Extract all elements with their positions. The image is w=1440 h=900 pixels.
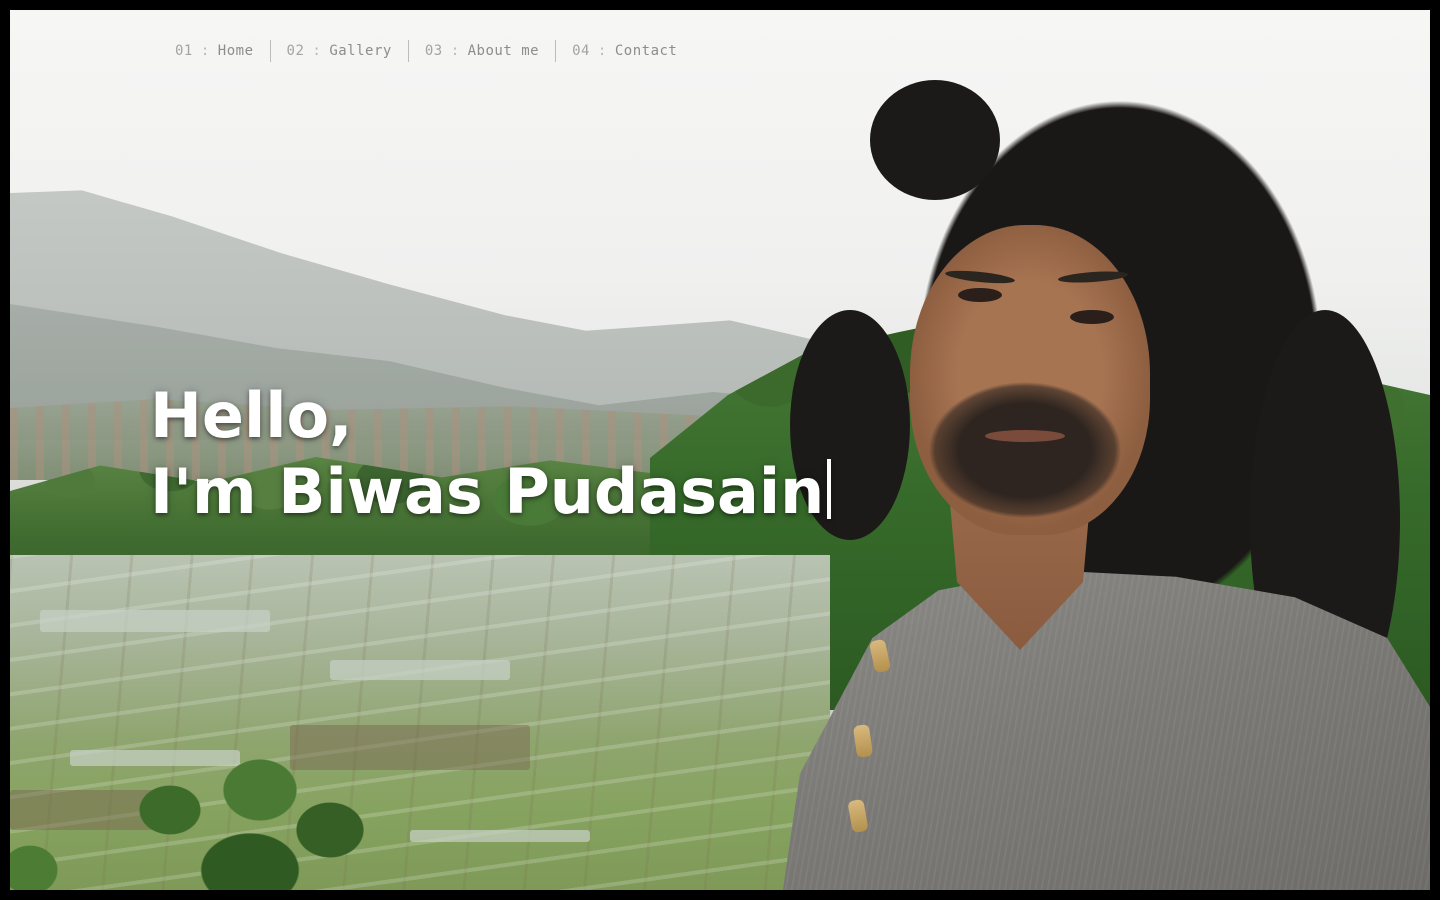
mouth (985, 430, 1065, 442)
nav-item-label: About me (467, 43, 540, 59)
nav-item-number: 03 (424, 43, 443, 59)
hero-intro: I'm Biwas Pudasain (150, 455, 825, 528)
nav-item-label: Gallery (329, 43, 392, 59)
nav-item-number: 01 (175, 43, 193, 59)
nav-item-gallery[interactable]: 02 : Gallery (269, 40, 408, 62)
nav-item-separator: : (597, 43, 607, 59)
nav-item-home[interactable]: 01 : Home (165, 40, 270, 62)
field-patch (410, 830, 590, 842)
nav-item-number: 02 (286, 43, 305, 59)
nav-item-separator: : (200, 43, 210, 59)
foreground-bush (10, 830, 80, 890)
eye (958, 288, 1002, 302)
hero-greeting: Hello, (150, 379, 353, 452)
nav-item-label: Home (217, 43, 254, 59)
hero-intro-line: I'm Biwas Pudasain (150, 454, 832, 530)
nav-item-number: 04 (572, 43, 590, 59)
nav-item-contact[interactable]: 04 : Contact (555, 40, 693, 62)
field-patch (40, 610, 270, 632)
nav-item-about[interactable]: 03 : About me (407, 40, 555, 62)
typing-cursor (827, 459, 832, 519)
main-nav: 01 : Home 02 : Gallery 03 : About me 04 … (165, 40, 693, 62)
nav-item-label: Contact (614, 43, 678, 59)
nav-item-separator: : (312, 43, 322, 59)
field-patch (330, 660, 510, 680)
hero-frame: 01 : Home 02 : Gallery 03 : About me 04 … (10, 10, 1430, 890)
hair (870, 80, 1000, 200)
beard (905, 380, 1145, 550)
hero-heading: Hello, I'm Biwas Pudasain (150, 378, 832, 530)
nav-item-separator: : (450, 43, 460, 59)
eye (1070, 310, 1114, 324)
foreground-bush (110, 730, 390, 890)
